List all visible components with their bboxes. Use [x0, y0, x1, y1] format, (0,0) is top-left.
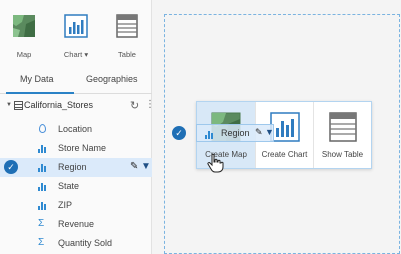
- drag-preview: ✓ Region ✎ ▼: [168, 122, 276, 144]
- table-icon: [115, 14, 139, 38]
- string-field-icon: [38, 143, 48, 153]
- number-field-icon: Σ: [38, 237, 45, 248]
- field-region[interactable]: ✓ Region ✎ ▼: [0, 158, 152, 177]
- active-tab-indicator: [6, 92, 74, 94]
- string-field-icon: [205, 129, 213, 139]
- data-panel: Map Chart ▾ Table My Data Geographies ▼ …: [0, 0, 155, 254]
- field-label: State: [58, 181, 80, 191]
- field-label: Location: [58, 124, 93, 134]
- visualization-toolbar: Map Chart ▾ Table: [0, 0, 152, 66]
- field-label: ZIP: [58, 200, 73, 210]
- refresh-icon[interactable]: ↻: [130, 99, 139, 112]
- field-quantity-sold[interactable]: Σ Quantity Sold: [0, 234, 152, 253]
- filter-icon: ▼: [265, 127, 274, 137]
- field-location[interactable]: Location: [0, 120, 152, 139]
- hand-cursor-icon: [205, 153, 225, 173]
- chart-tool-label: Chart ▾: [63, 50, 89, 59]
- create-chart-label: Create Chart: [261, 150, 308, 159]
- chart-icon: [64, 14, 88, 38]
- edit-pencil-icon[interactable]: ✎: [130, 161, 138, 172]
- string-field-icon: [38, 200, 48, 210]
- filter-icon[interactable]: ▼: [141, 161, 151, 172]
- selected-check-icon: ✓: [172, 126, 186, 140]
- location-icon: [38, 124, 48, 134]
- selected-check-icon: ✓: [4, 160, 18, 174]
- show-table-label: Show Table: [321, 150, 364, 159]
- field-zip[interactable]: ZIP: [0, 196, 152, 215]
- field-label: Region: [58, 162, 87, 172]
- string-field-icon: [38, 181, 48, 191]
- table-tool-label: Table: [118, 50, 136, 59]
- dataset-table-icon: [14, 101, 23, 110]
- map-icon: [12, 14, 36, 38]
- string-field-icon: [38, 162, 48, 172]
- show-table-button[interactable]: Show Table: [313, 102, 371, 168]
- field-store-name[interactable]: Store Name: [0, 139, 152, 158]
- map-tool-button[interactable]: Map: [2, 14, 46, 59]
- map-tool-label: Map: [16, 50, 32, 59]
- data-tabs: My Data Geographies: [0, 66, 152, 94]
- number-field-icon: Σ: [38, 218, 45, 229]
- field-label: Revenue: [58, 219, 95, 229]
- field-label: Quantity Sold: [58, 238, 113, 248]
- dragged-field-label: Region: [221, 128, 250, 138]
- table-tool-button[interactable]: Table: [105, 14, 149, 59]
- tab-my-data[interactable]: My Data: [20, 74, 54, 84]
- tab-geographies[interactable]: Geographies: [86, 74, 138, 84]
- field-label: Store Name: [58, 143, 107, 153]
- field-revenue[interactable]: Σ Revenue: [0, 215, 152, 234]
- dataset-name: California_Stores: [24, 100, 94, 110]
- dataset-header[interactable]: ▼ California_Stores ↻ ⋮: [0, 98, 155, 114]
- field-state[interactable]: State: [0, 177, 152, 196]
- dragged-field-pill: Region ✎ ▼: [196, 124, 274, 142]
- table-icon: [328, 112, 358, 142]
- chart-tool-button[interactable]: Chart ▾: [54, 14, 98, 59]
- edit-pencil-icon: ✎: [255, 127, 263, 137]
- collapse-caret-icon[interactable]: ▼: [6, 102, 12, 108]
